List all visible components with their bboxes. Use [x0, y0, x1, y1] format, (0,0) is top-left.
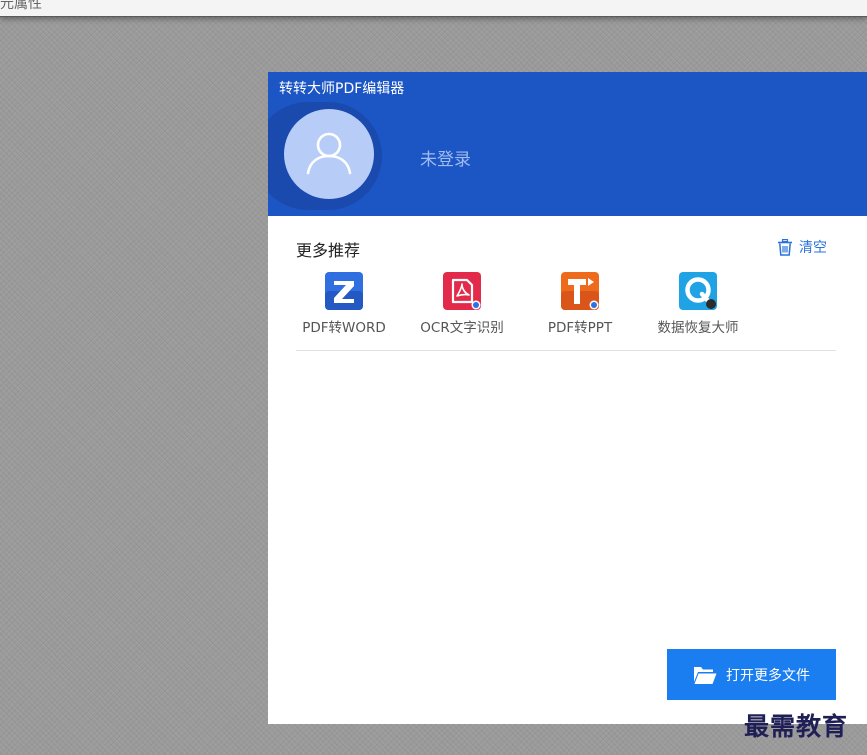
rec-label: PDF转WORD: [302, 320, 386, 336]
rec-label: OCR文字识别: [420, 320, 504, 336]
t-logo-icon: [561, 272, 599, 310]
rec-item-data-recovery[interactable]: 数据恢复大师: [642, 272, 754, 338]
q-logo-icon: [679, 272, 717, 310]
trash-icon: [778, 238, 792, 256]
rec-label: 数据恢复大师: [657, 320, 739, 336]
folder-open-icon: [694, 666, 717, 684]
open-more-files-button[interactable]: 打开更多文件: [667, 649, 836, 700]
rec-item-pdf-to-ppt[interactable]: PDF转PPT: [524, 272, 636, 338]
open-more-files-label: 打开更多文件: [726, 667, 810, 684]
rec-label: PDF转PPT: [547, 320, 613, 336]
panel-header: 转转大师PDF编辑器 未登录: [268, 72, 867, 216]
watermark: 最需教育: [744, 712, 849, 741]
pdf-acrobat-icon: [443, 272, 481, 310]
top-window-strip: 元属性: [0, 0, 867, 17]
avatar[interactable]: [284, 109, 374, 199]
section-title: 更多推荐: [296, 241, 361, 260]
rec-item-pdf-to-word[interactable]: PDF转WORD: [288, 272, 400, 338]
rec-item-ocr[interactable]: OCR文字识别: [406, 272, 518, 338]
divider: [296, 350, 836, 351]
app-title: 转转大师PDF编辑器: [279, 81, 405, 97]
z-logo-icon: [325, 272, 363, 310]
top-window-label: 元属性: [0, 0, 42, 12]
clear-button[interactable]: 清空: [778, 236, 827, 258]
user-icon: [306, 132, 352, 175]
login-status-link[interactable]: 未登录: [420, 145, 471, 170]
clear-label: 清空: [799, 240, 827, 256]
pdf-editor-panel: 转转大师PDF编辑器 未登录 更多推荐 清空 PDF转WORD OCR文字识别 …: [268, 72, 867, 724]
